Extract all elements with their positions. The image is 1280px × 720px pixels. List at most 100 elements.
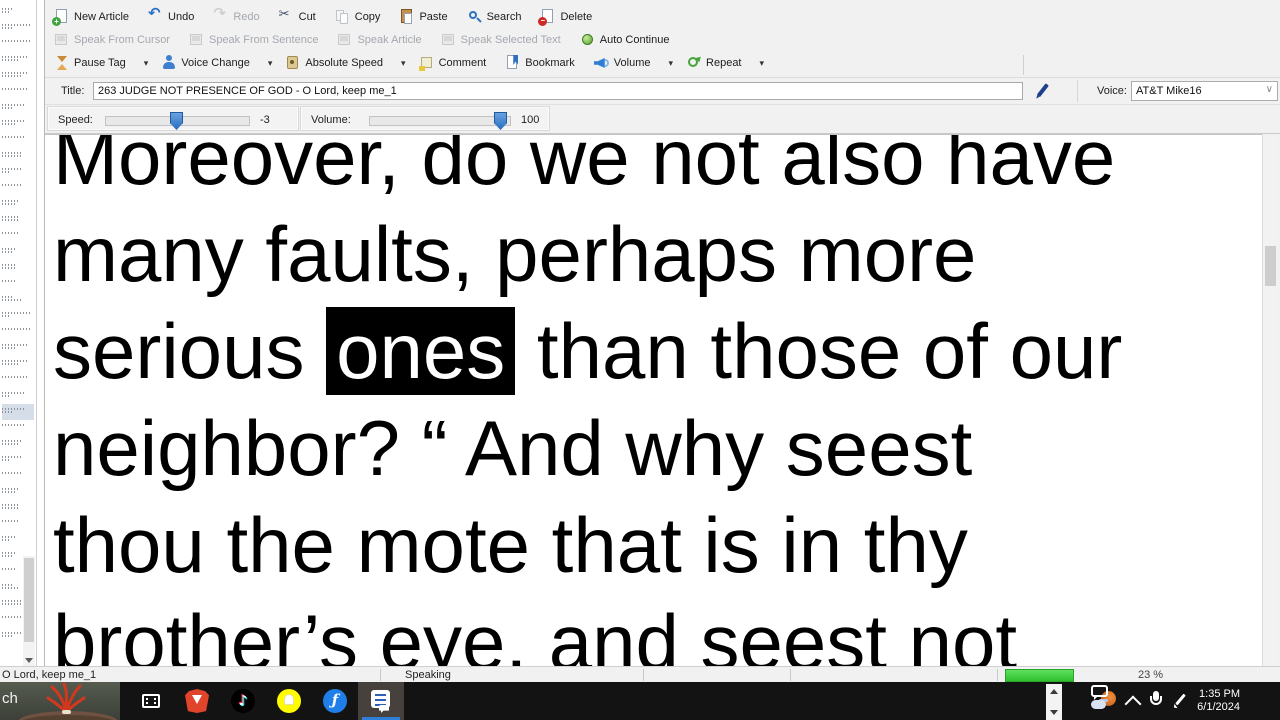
list-item[interactable] xyxy=(2,164,34,180)
volume-button[interactable]: Volume xyxy=(591,54,654,72)
edit-title-button[interactable] xyxy=(1031,80,1057,102)
list-item[interactable] xyxy=(2,516,34,532)
redo-button[interactable]: Redo xyxy=(210,5,262,26)
speak-from-sentence-button[interactable]: Speak From Sentence xyxy=(186,31,321,49)
article-list-scrollbar[interactable] xyxy=(23,556,35,666)
toolbar-divider xyxy=(1023,55,1024,75)
article-line: thou the mote that is in thy xyxy=(53,501,968,589)
scrollbar-thumb[interactable] xyxy=(24,558,34,642)
bookmark-button[interactable]: Bookmark xyxy=(502,54,578,72)
list-item[interactable] xyxy=(2,324,34,340)
list-item[interactable] xyxy=(2,244,34,260)
delete-button[interactable]: Delete xyxy=(537,8,595,26)
speed-slider[interactable] xyxy=(105,112,250,130)
search-button[interactable]: Search xyxy=(464,8,525,26)
list-item[interactable] xyxy=(2,436,34,452)
scrollbar-thumb[interactable] xyxy=(1265,246,1276,286)
list-item[interactable] xyxy=(2,372,34,388)
list-item[interactable] xyxy=(2,356,34,372)
repeat-button[interactable]: Repeat xyxy=(683,54,744,72)
auto-continue-button[interactable]: Auto Continue xyxy=(577,31,673,49)
list-item[interactable] xyxy=(2,260,34,276)
cut-button[interactable]: Cut xyxy=(276,7,319,26)
list-item[interactable] xyxy=(2,36,34,52)
voice-select[interactable]: AT&T Mike16 ∨ xyxy=(1131,81,1278,101)
toolbar-row-speak: Speak From Cursor Speak From Sentence Spea… xyxy=(51,29,1276,51)
chevron-down-icon[interactable]: ∨ xyxy=(1266,84,1273,95)
textaloud-taskbar-button[interactable] xyxy=(358,682,404,720)
list-item[interactable] xyxy=(2,500,34,516)
list-item[interactable] xyxy=(2,228,34,244)
list-item[interactable] xyxy=(2,116,34,132)
list-item[interactable] xyxy=(2,468,34,484)
article-scrollbar[interactable] xyxy=(1262,134,1278,666)
scroll-down-icon[interactable] xyxy=(25,658,33,663)
notifications-icon[interactable] xyxy=(1254,691,1272,711)
hidden-icons-chevron-icon[interactable] xyxy=(1124,695,1142,713)
list-item[interactable] xyxy=(2,388,34,404)
list-item[interactable] xyxy=(2,52,34,68)
button-label: Paste xyxy=(419,11,448,23)
speak-selected-text-button[interactable]: Speak Selected Text xyxy=(438,31,564,49)
new-article-button[interactable]: New Article xyxy=(51,8,132,26)
title-input[interactable] xyxy=(93,82,1023,100)
ink-pen-icon[interactable] xyxy=(1173,691,1187,711)
list-item[interactable] xyxy=(2,100,34,116)
dropdown-arrow-icon[interactable]: ▾ xyxy=(668,58,673,69)
list-item[interactable] xyxy=(2,84,34,100)
volume-slider[interactable] xyxy=(369,112,511,130)
volume-slider-thumb[interactable] xyxy=(494,112,507,130)
list-item[interactable] xyxy=(2,532,34,548)
panel-splitter[interactable] xyxy=(36,0,37,666)
comment-button[interactable]: Comment xyxy=(416,54,490,72)
speed-slider-thumb[interactable] xyxy=(170,112,183,130)
list-item[interactable] xyxy=(2,452,34,468)
list-item[interactable] xyxy=(2,4,34,20)
f-app-taskbar-button[interactable] xyxy=(312,682,358,720)
tiktok-taskbar-button[interactable] xyxy=(220,682,266,720)
list-item[interactable] xyxy=(2,276,34,292)
speak-from-cursor-button[interactable]: Speak From Cursor xyxy=(51,31,173,49)
microphone-icon[interactable] xyxy=(1149,691,1163,711)
scroll-up-icon[interactable] xyxy=(1050,689,1058,694)
button-label: Redo xyxy=(233,11,260,23)
clock[interactable]: 1:35 PM 6/1/2024 xyxy=(1197,688,1240,714)
copy-button[interactable]: Copy xyxy=(332,8,384,26)
list-item[interactable] xyxy=(2,212,34,228)
paste-button[interactable]: Paste xyxy=(396,8,450,26)
article-list-panel xyxy=(0,0,45,666)
list-item[interactable] xyxy=(2,68,34,84)
article-text-area[interactable]: Moreover, do we not also have many faults… xyxy=(45,134,1262,667)
list-item[interactable] xyxy=(2,196,34,212)
volume-value: 100 xyxy=(521,114,540,126)
clock-date: 6/1/2024 xyxy=(1197,701,1240,713)
voice-change-button[interactable]: Voice Change xyxy=(158,54,253,72)
task-view-taskbar-button[interactable] xyxy=(128,682,174,720)
new-article-icon xyxy=(52,9,70,26)
scroll-down-icon[interactable] xyxy=(1050,710,1058,715)
snapchat-taskbar-button[interactable] xyxy=(266,682,312,720)
list-item[interactable] xyxy=(2,20,34,36)
list-item[interactable] xyxy=(2,420,34,436)
list-item[interactable] xyxy=(2,132,34,148)
pause-tag-button[interactable]: Pause Tag xyxy=(51,54,129,72)
speak-doc-icon xyxy=(189,32,205,48)
list-item[interactable] xyxy=(2,484,34,500)
cut-icon xyxy=(279,7,295,25)
list-item[interactable] xyxy=(2,148,34,164)
brave-taskbar-button[interactable] xyxy=(174,682,220,720)
speed-group: Speed: -3 xyxy=(47,106,299,131)
undo-button[interactable]: Undo xyxy=(145,5,197,26)
list-item[interactable] xyxy=(2,340,34,356)
list-item[interactable] xyxy=(2,308,34,324)
background-scrollbar[interactable] xyxy=(1046,684,1062,720)
list-item[interactable] xyxy=(2,404,34,420)
dropdown-arrow-icon[interactable]: ▾ xyxy=(144,58,149,69)
absolute-speed-button[interactable]: Absolute Speed xyxy=(282,54,386,72)
list-item[interactable] xyxy=(2,292,34,308)
dropdown-arrow-icon[interactable]: ▾ xyxy=(760,58,765,69)
list-item[interactable] xyxy=(2,180,34,196)
dropdown-arrow-icon[interactable]: ▾ xyxy=(268,58,273,69)
dropdown-arrow-icon[interactable]: ▾ xyxy=(401,58,406,69)
speak-article-button[interactable]: Speak Article xyxy=(334,31,424,49)
